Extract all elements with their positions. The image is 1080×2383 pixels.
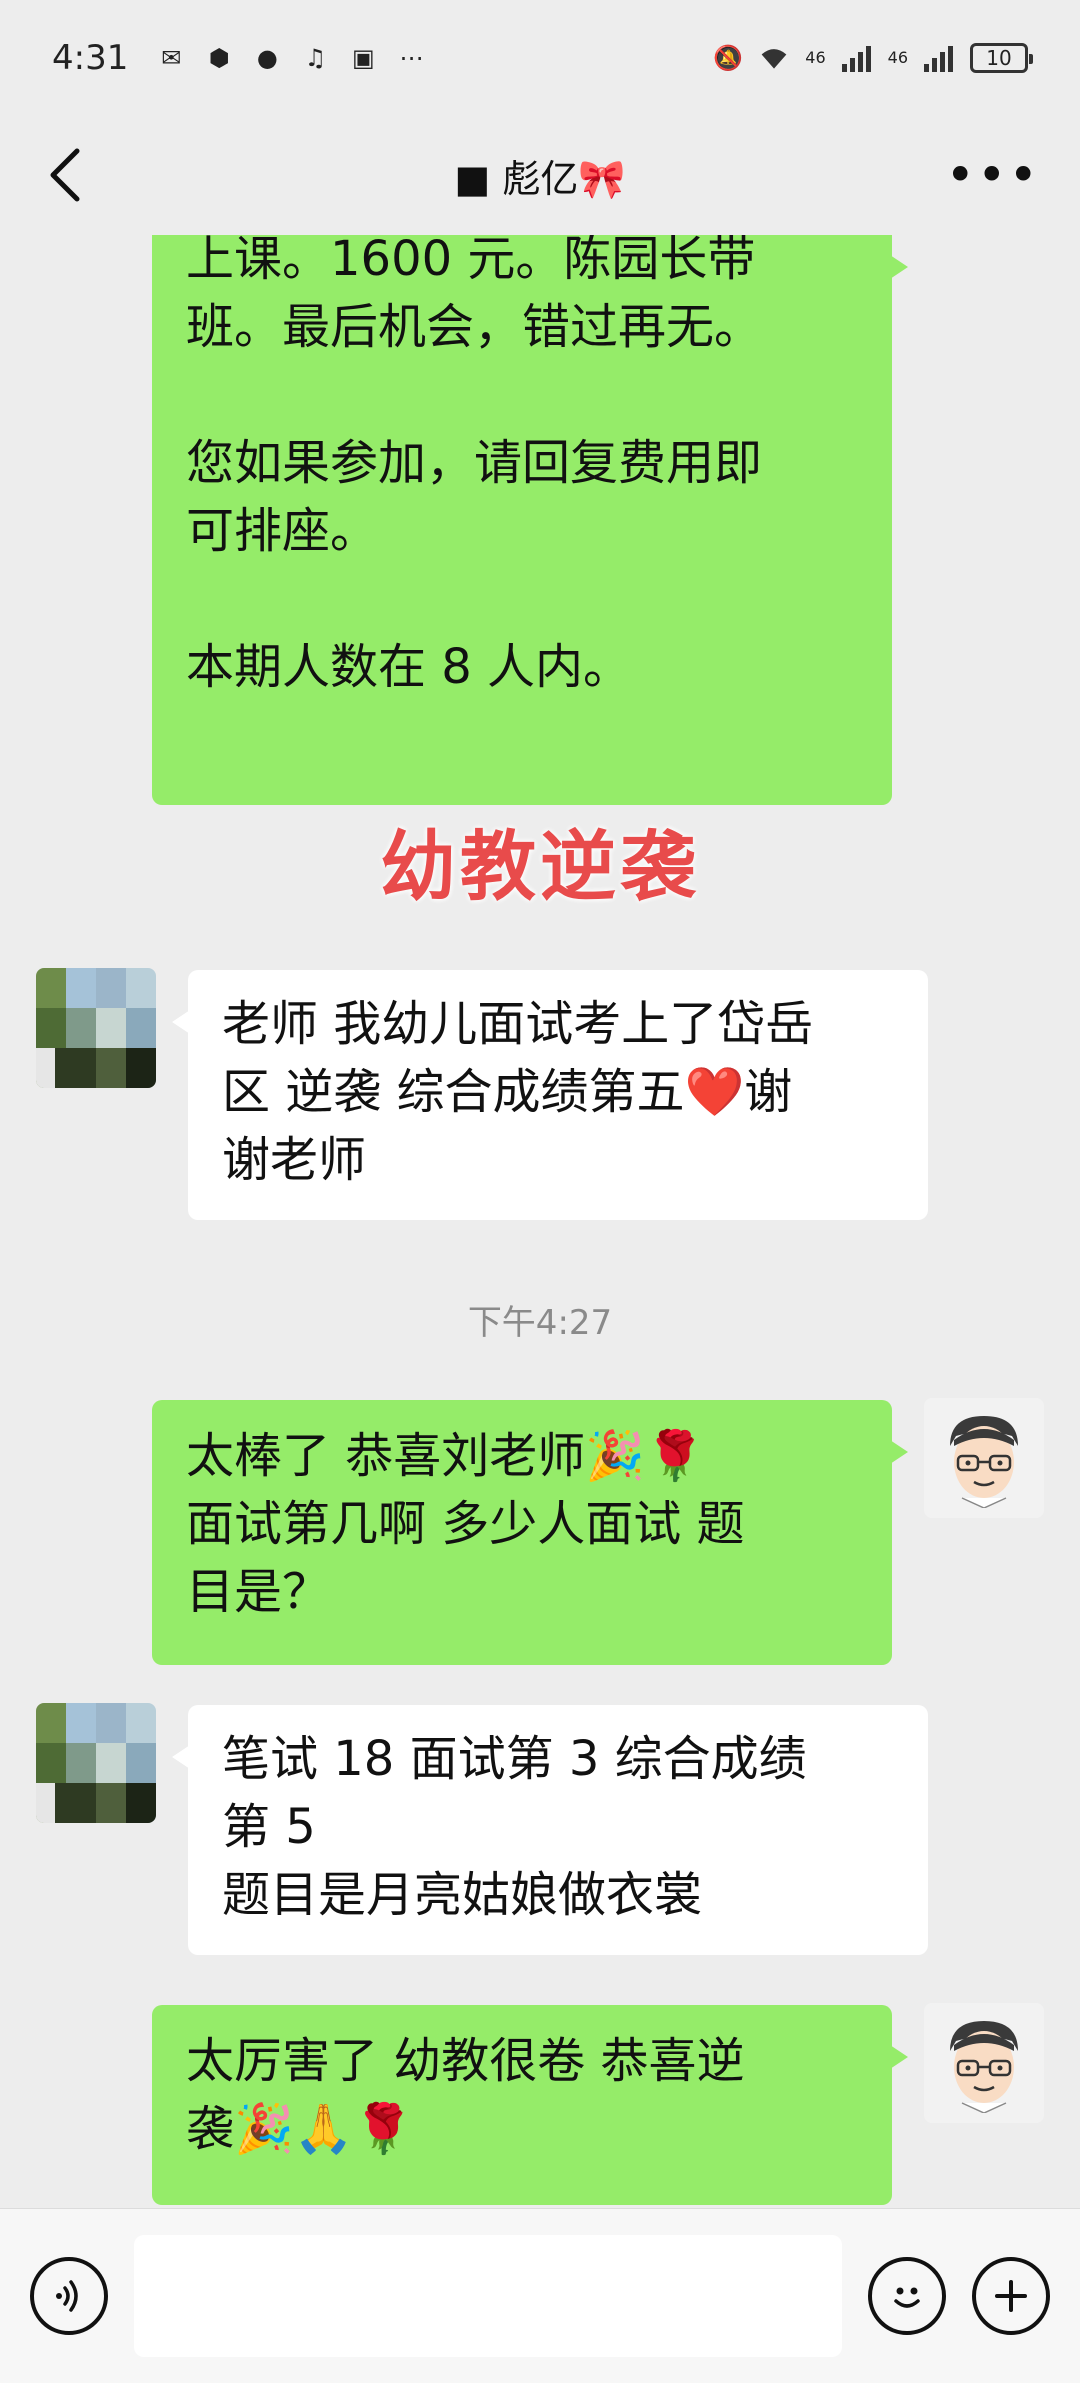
app-icon: ▣ [352, 43, 375, 72]
more-dots-icon[interactable]: ••• [946, 146, 1040, 204]
plus-icon[interactable] [972, 2257, 1050, 2335]
status-bar: 4:31 ✉ ⬢ ● ♫ ▣ ⋯ 🔕 46 46 10 [0, 0, 1080, 115]
overlay-caption: 幼教逆袭 [380, 822, 700, 911]
message-bubble-received[interactable]: 老师 我幼儿面试考上了岱岳 区 逆袭 综合成绩第五❤️谢 谢老师 [172, 970, 928, 1220]
message-text: 老师 我幼儿面试考上了岱岳 区 逆袭 综合成绩第五❤️谢 谢老师 [222, 996, 814, 1188]
chat-messages: 上课。1600 元。陈园长带 班。最后机会，错过再无。 您如果参加，请回复费用即… [0, 235, 1080, 2208]
cartoon-face-icon [950, 1416, 1018, 1508]
shield-icon: ⬢ [208, 43, 230, 72]
status-time: 4:31 [52, 37, 129, 78]
signal-1-icon [841, 43, 872, 73]
emoji-icon[interactable] [868, 2257, 946, 2335]
battery-icon: 10 [970, 42, 1033, 73]
signal-2-label: 46 [887, 48, 908, 67]
message-bubble-sent[interactable]: 太棒了 恭喜刘老师🎉🌹 面试第几啊 多少人面试 题 目是？ [152, 1400, 908, 1665]
signal-1-label: 46 [805, 48, 826, 67]
message-input[interactable] [134, 2235, 842, 2357]
wifi-icon [759, 43, 789, 73]
signal-2-icon [924, 43, 954, 73]
avatar[interactable] [924, 2003, 1044, 2123]
battery-level: 10 [986, 45, 1012, 70]
avatar[interactable] [36, 968, 156, 1088]
message-bubble-sent[interactable]: 上课。1600 元。陈园长带 班。最后机会，错过再无。 您如果参加，请回复费用即… [152, 235, 908, 805]
timestamp: 下午4:27 [467, 1303, 613, 1343]
chat-header: ■ 彪亿🎀 ••• [0, 115, 1080, 235]
more-notifications-icon: ⋯ [399, 43, 424, 72]
message-text: 上课。1600 元。陈园长带 班。最后机会，错过再无。 您如果参加，请回复费用即… [186, 235, 763, 695]
cartoon-face-icon [950, 2021, 1018, 2113]
mail-icon: ✉ [161, 43, 182, 72]
chat-title: ■ 彪亿🎀 [454, 156, 626, 201]
voice-icon[interactable] [30, 2257, 108, 2335]
music-icon: ♫ [304, 43, 327, 72]
message-text: 太厉害了 幼教很卷 恭喜逆 袭🎉🙏🌹 [186, 2033, 745, 2157]
message-text: 笔试 18 面试第 3 综合成绩 第 5 题目是月亮姑娘做衣裳 [222, 1731, 807, 1923]
mute-bell-icon: 🔕 [713, 43, 744, 72]
avatar[interactable] [924, 1398, 1044, 1518]
input-bar [0, 2208, 1080, 2383]
message-bubble-received[interactable]: 笔试 18 面试第 3 综合成绩 第 5 题目是月亮姑娘做衣裳 [172, 1705, 928, 1955]
message-text: 太棒了 恭喜刘老师🎉🌹 面试第几啊 多少人面试 题 目是？ [186, 1428, 745, 1620]
chevron-left-icon[interactable] [40, 148, 90, 202]
avatar[interactable] [36, 1703, 156, 1823]
message-bubble-sent[interactable]: 太厉害了 幼教很卷 恭喜逆 袭🎉🙏🌹 [152, 2005, 908, 2205]
circle-icon: ● [256, 43, 278, 72]
